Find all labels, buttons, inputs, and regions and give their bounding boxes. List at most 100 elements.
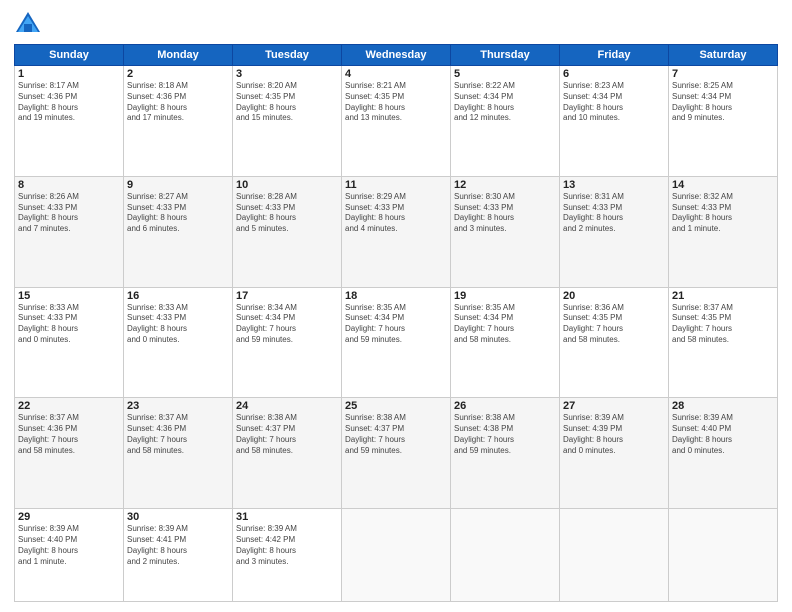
day-number: 10 (236, 179, 338, 191)
weekday-header: Thursday (451, 45, 560, 66)
day-number: 29 (18, 511, 120, 523)
calendar-body: 1Sunrise: 8:17 AM Sunset: 4:36 PM Daylig… (15, 66, 778, 602)
calendar-cell: 17Sunrise: 8:34 AM Sunset: 4:34 PM Dayli… (233, 287, 342, 398)
weekday-header: Wednesday (342, 45, 451, 66)
day-number: 3 (236, 68, 338, 80)
day-info: Sunrise: 8:18 AM Sunset: 4:36 PM Dayligh… (127, 81, 229, 124)
calendar-cell: 28Sunrise: 8:39 AM Sunset: 4:40 PM Dayli… (669, 398, 778, 509)
calendar-cell: 5Sunrise: 8:22 AM Sunset: 4:34 PM Daylig… (451, 66, 560, 177)
day-number: 13 (563, 179, 665, 191)
calendar-week-row: 22Sunrise: 8:37 AM Sunset: 4:36 PM Dayli… (15, 398, 778, 509)
day-number: 9 (127, 179, 229, 191)
day-info: Sunrise: 8:28 AM Sunset: 4:33 PM Dayligh… (236, 192, 338, 235)
calendar-cell: 9Sunrise: 8:27 AM Sunset: 4:33 PM Daylig… (124, 176, 233, 287)
day-info: Sunrise: 8:32 AM Sunset: 4:33 PM Dayligh… (672, 192, 774, 235)
day-info: Sunrise: 8:22 AM Sunset: 4:34 PM Dayligh… (454, 81, 556, 124)
day-number: 23 (127, 400, 229, 412)
calendar-table: SundayMondayTuesdayWednesdayThursdayFrid… (14, 44, 778, 602)
day-number: 19 (454, 290, 556, 302)
weekday-header-row: SundayMondayTuesdayWednesdayThursdayFrid… (15, 45, 778, 66)
day-number: 20 (563, 290, 665, 302)
calendar-cell: 21Sunrise: 8:37 AM Sunset: 4:35 PM Dayli… (669, 287, 778, 398)
day-info: Sunrise: 8:37 AM Sunset: 4:36 PM Dayligh… (127, 413, 229, 456)
weekday-header: Saturday (669, 45, 778, 66)
calendar-cell: 23Sunrise: 8:37 AM Sunset: 4:36 PM Dayli… (124, 398, 233, 509)
day-info: Sunrise: 8:30 AM Sunset: 4:33 PM Dayligh… (454, 192, 556, 235)
calendar-cell: 15Sunrise: 8:33 AM Sunset: 4:33 PM Dayli… (15, 287, 124, 398)
calendar-cell: 14Sunrise: 8:32 AM Sunset: 4:33 PM Dayli… (669, 176, 778, 287)
calendar-cell: 7Sunrise: 8:25 AM Sunset: 4:34 PM Daylig… (669, 66, 778, 177)
calendar-cell (451, 509, 560, 602)
day-number: 12 (454, 179, 556, 191)
day-info: Sunrise: 8:39 AM Sunset: 4:39 PM Dayligh… (563, 413, 665, 456)
header (14, 10, 778, 38)
calendar-cell: 27Sunrise: 8:39 AM Sunset: 4:39 PM Dayli… (560, 398, 669, 509)
calendar-cell (669, 509, 778, 602)
day-info: Sunrise: 8:20 AM Sunset: 4:35 PM Dayligh… (236, 81, 338, 124)
calendar-cell: 12Sunrise: 8:30 AM Sunset: 4:33 PM Dayli… (451, 176, 560, 287)
day-number: 25 (345, 400, 447, 412)
day-info: Sunrise: 8:29 AM Sunset: 4:33 PM Dayligh… (345, 192, 447, 235)
day-info: Sunrise: 8:31 AM Sunset: 4:33 PM Dayligh… (563, 192, 665, 235)
weekday-header: Monday (124, 45, 233, 66)
logo (14, 10, 46, 38)
day-info: Sunrise: 8:39 AM Sunset: 4:40 PM Dayligh… (672, 413, 774, 456)
calendar-cell: 1Sunrise: 8:17 AM Sunset: 4:36 PM Daylig… (15, 66, 124, 177)
calendar-cell: 24Sunrise: 8:38 AM Sunset: 4:37 PM Dayli… (233, 398, 342, 509)
day-number: 31 (236, 511, 338, 523)
day-info: Sunrise: 8:26 AM Sunset: 4:33 PM Dayligh… (18, 192, 120, 235)
calendar-week-row: 1Sunrise: 8:17 AM Sunset: 4:36 PM Daylig… (15, 66, 778, 177)
day-info: Sunrise: 8:37 AM Sunset: 4:35 PM Dayligh… (672, 303, 774, 346)
day-number: 11 (345, 179, 447, 191)
day-info: Sunrise: 8:39 AM Sunset: 4:42 PM Dayligh… (236, 524, 338, 567)
day-number: 5 (454, 68, 556, 80)
calendar-cell (560, 509, 669, 602)
day-info: Sunrise: 8:33 AM Sunset: 4:33 PM Dayligh… (18, 303, 120, 346)
day-number: 7 (672, 68, 774, 80)
day-info: Sunrise: 8:39 AM Sunset: 4:40 PM Dayligh… (18, 524, 120, 567)
calendar-cell: 30Sunrise: 8:39 AM Sunset: 4:41 PM Dayli… (124, 509, 233, 602)
day-number: 1 (18, 68, 120, 80)
day-info: Sunrise: 8:17 AM Sunset: 4:36 PM Dayligh… (18, 81, 120, 124)
day-info: Sunrise: 8:27 AM Sunset: 4:33 PM Dayligh… (127, 192, 229, 235)
day-info: Sunrise: 8:35 AM Sunset: 4:34 PM Dayligh… (345, 303, 447, 346)
calendar-cell: 19Sunrise: 8:35 AM Sunset: 4:34 PM Dayli… (451, 287, 560, 398)
calendar-cell: 2Sunrise: 8:18 AM Sunset: 4:36 PM Daylig… (124, 66, 233, 177)
calendar-cell: 18Sunrise: 8:35 AM Sunset: 4:34 PM Dayli… (342, 287, 451, 398)
day-info: Sunrise: 8:34 AM Sunset: 4:34 PM Dayligh… (236, 303, 338, 346)
day-number: 16 (127, 290, 229, 302)
day-info: Sunrise: 8:25 AM Sunset: 4:34 PM Dayligh… (672, 81, 774, 124)
calendar-cell: 22Sunrise: 8:37 AM Sunset: 4:36 PM Dayli… (15, 398, 124, 509)
day-info: Sunrise: 8:38 AM Sunset: 4:37 PM Dayligh… (236, 413, 338, 456)
calendar-cell: 16Sunrise: 8:33 AM Sunset: 4:33 PM Dayli… (124, 287, 233, 398)
calendar-cell: 29Sunrise: 8:39 AM Sunset: 4:40 PM Dayli… (15, 509, 124, 602)
calendar-cell: 11Sunrise: 8:29 AM Sunset: 4:33 PM Dayli… (342, 176, 451, 287)
calendar-cell: 4Sunrise: 8:21 AM Sunset: 4:35 PM Daylig… (342, 66, 451, 177)
calendar-header: SundayMondayTuesdayWednesdayThursdayFrid… (15, 45, 778, 66)
weekday-header: Friday (560, 45, 669, 66)
day-info: Sunrise: 8:33 AM Sunset: 4:33 PM Dayligh… (127, 303, 229, 346)
calendar-cell: 25Sunrise: 8:38 AM Sunset: 4:37 PM Dayli… (342, 398, 451, 509)
day-info: Sunrise: 8:36 AM Sunset: 4:35 PM Dayligh… (563, 303, 665, 346)
calendar-cell: 31Sunrise: 8:39 AM Sunset: 4:42 PM Dayli… (233, 509, 342, 602)
day-number: 17 (236, 290, 338, 302)
day-info: Sunrise: 8:37 AM Sunset: 4:36 PM Dayligh… (18, 413, 120, 456)
day-number: 28 (672, 400, 774, 412)
day-number: 21 (672, 290, 774, 302)
calendar-cell: 3Sunrise: 8:20 AM Sunset: 4:35 PM Daylig… (233, 66, 342, 177)
calendar-cell: 20Sunrise: 8:36 AM Sunset: 4:35 PM Dayli… (560, 287, 669, 398)
calendar-cell (342, 509, 451, 602)
calendar-cell: 13Sunrise: 8:31 AM Sunset: 4:33 PM Dayli… (560, 176, 669, 287)
day-number: 27 (563, 400, 665, 412)
day-number: 22 (18, 400, 120, 412)
day-number: 4 (345, 68, 447, 80)
calendar-cell: 26Sunrise: 8:38 AM Sunset: 4:38 PM Dayli… (451, 398, 560, 509)
day-number: 15 (18, 290, 120, 302)
day-number: 26 (454, 400, 556, 412)
day-number: 2 (127, 68, 229, 80)
calendar-cell: 8Sunrise: 8:26 AM Sunset: 4:33 PM Daylig… (15, 176, 124, 287)
day-number: 6 (563, 68, 665, 80)
calendar-week-row: 8Sunrise: 8:26 AM Sunset: 4:33 PM Daylig… (15, 176, 778, 287)
day-info: Sunrise: 8:35 AM Sunset: 4:34 PM Dayligh… (454, 303, 556, 346)
day-info: Sunrise: 8:38 AM Sunset: 4:37 PM Dayligh… (345, 413, 447, 456)
